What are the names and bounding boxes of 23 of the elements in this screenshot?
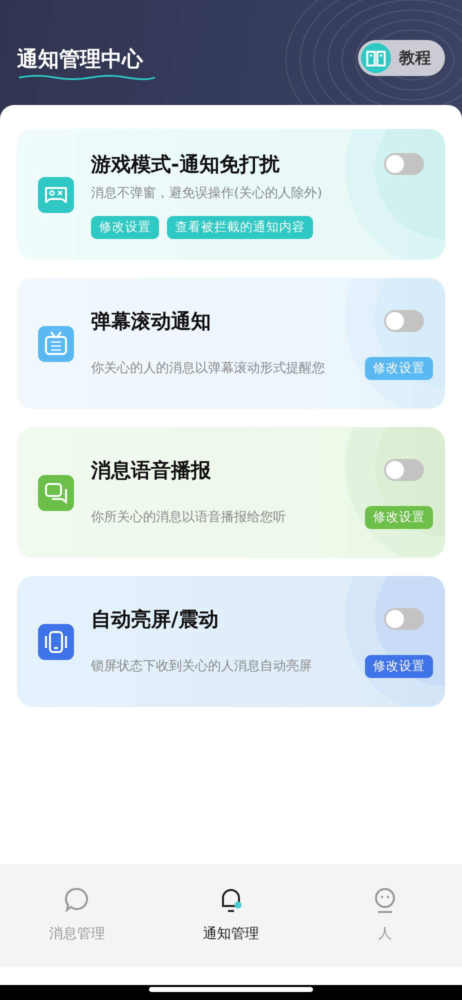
toggle-switch[interactable] — [384, 459, 424, 481]
setting-button[interactable]: 修改设置 — [91, 216, 159, 238]
tab[interactable]: 通知管理 — [181, 884, 281, 944]
setting-title: 弹幕滚动通知 — [91, 308, 211, 334]
toggle-switch[interactable] — [384, 608, 424, 630]
setting-title: 游戏模式-通知免打扰 — [91, 150, 280, 178]
setting-button[interactable]: 查看被拦截的通知内容 — [167, 216, 313, 238]
modify-settings-button[interactable]: 修改设置 — [365, 356, 433, 380]
tutorial-button[interactable]: 教程 — [358, 40, 445, 76]
setting-description: 消息不弹窗，避免误操作(关心的人除外) — [91, 184, 324, 202]
tab[interactable]: 消息管理 — [27, 884, 127, 944]
toggle-switch[interactable] — [384, 153, 424, 175]
setting-description: 你关心的人的消息以弹幕滚动形式提醒您 — [91, 360, 325, 377]
setting-title: 消息语音播报 — [91, 456, 211, 484]
page-title: 通知管理中心 — [17, 46, 143, 73]
book-icon — [361, 43, 391, 73]
setting-description: 你所关心的消息以语音播报给您听 — [91, 509, 286, 526]
setting-title: 自动亮屏/震动 — [91, 606, 218, 632]
modify-settings-button[interactable]: 修改设置 — [365, 654, 433, 678]
toggle-switch[interactable] — [384, 310, 424, 332]
setting-description: 锁屏状态下收到关心的人消息自动亮屏 — [91, 658, 312, 675]
modify-settings-button[interactable]: 修改设置 — [365, 506, 433, 528]
tab[interactable]: 人 — [335, 884, 435, 944]
